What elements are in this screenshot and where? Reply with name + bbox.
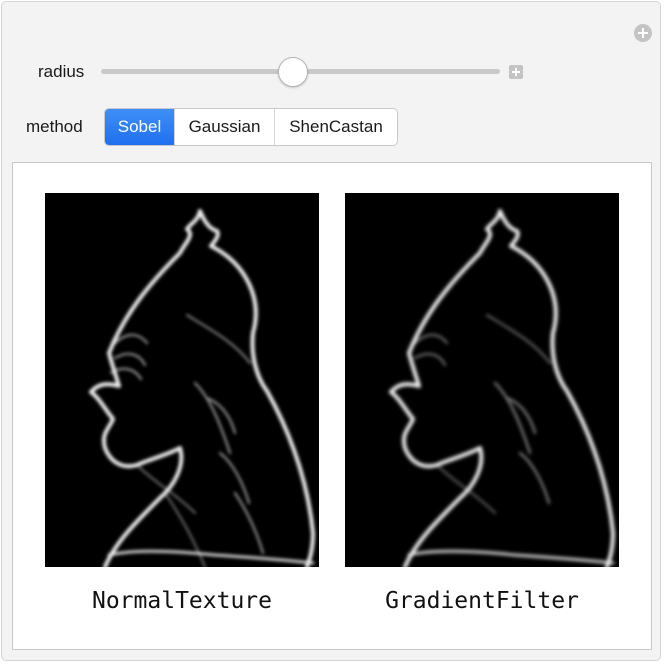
method-label: method <box>26 117 83 136</box>
image-caption: GradientFilter <box>385 588 579 614</box>
image-caption: NormalTexture <box>91 588 272 614</box>
method-option-gaussian[interactable]: Gaussian <box>175 109 275 145</box>
normal-texture-image <box>45 193 319 567</box>
method-option-sobel[interactable]: Sobel <box>105 109 175 145</box>
edge-image-svg <box>89 209 315 567</box>
radius-label: radius <box>38 62 85 81</box>
method-option-shencastan[interactable]: ShenCastan <box>275 109 397 145</box>
plus-circle-icon[interactable] <box>634 24 652 42</box>
edge-image-svg <box>389 209 615 567</box>
radius-slider-thumb[interactable] <box>277 57 308 87</box>
plus-square-icon[interactable] <box>509 65 523 79</box>
gradient-filter-image <box>345 193 619 567</box>
method-segmented-control: Sobel Gaussian ShenCastan <box>104 108 398 146</box>
